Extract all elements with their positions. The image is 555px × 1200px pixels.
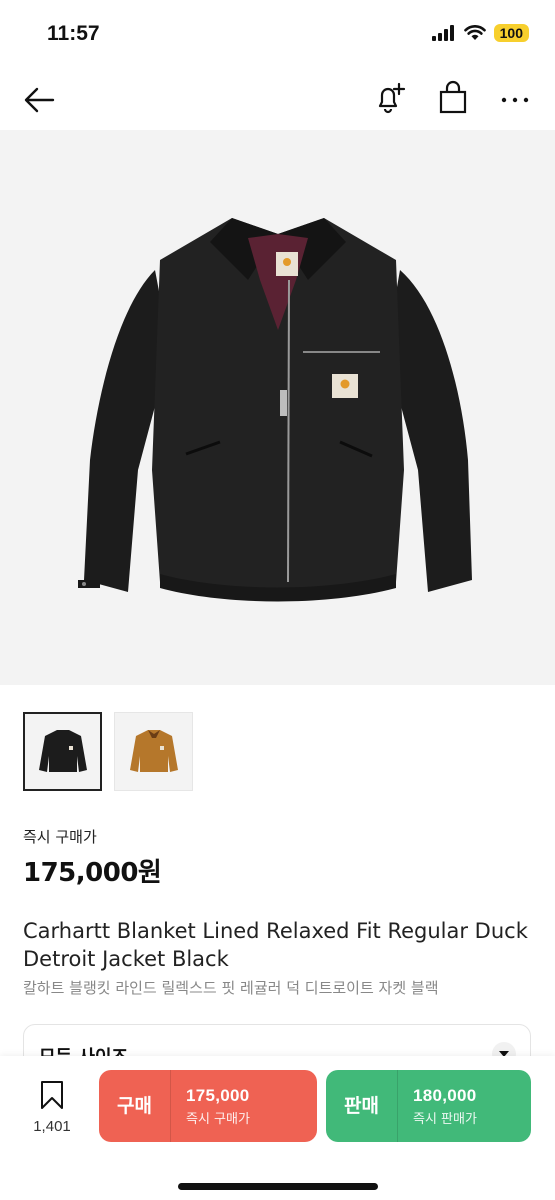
bottom-action-bar: 1,401 구매 175,000 즉시 구매가 판매 180,000 즉시 판매… <box>0 1056 555 1200</box>
thumbnail-list <box>23 712 193 791</box>
buy-info: 175,000 즉시 구매가 <box>171 1086 250 1127</box>
sell-sub-label: 즉시 판매가 <box>413 1111 477 1127</box>
battery-icon: 100 <box>493 24 529 42</box>
buy-button[interactable]: 구매 175,000 즉시 구매가 <box>99 1070 317 1142</box>
nav-bar <box>0 70 555 130</box>
cellular-icon <box>431 25 454 41</box>
product-image[interactable] <box>0 130 555 685</box>
sell-price: 180,000 <box>413 1085 477 1105</box>
product-title-ko: 칼하트 블랭킷 라인드 릴렉스드 핏 레귤러 덕 디트로이트 자켓 블랙 <box>23 979 439 997</box>
buy-label: 구매 <box>99 1070 171 1142</box>
sell-info: 180,000 즉시 판매가 <box>398 1086 477 1127</box>
home-indicator <box>178 1183 378 1190</box>
bell-plus-icon[interactable] <box>372 80 408 116</box>
sell-button[interactable]: 판매 180,000 즉시 판매가 <box>326 1070 531 1142</box>
price: 175,000원 <box>23 858 162 888</box>
shopping-bag-icon[interactable] <box>436 80 470 116</box>
product-title-en: Carhartt Blanket Lined Relaxed Fit Regul… <box>23 919 528 971</box>
jacket-image <box>78 218 472 602</box>
status-bar: 11:57 100 <box>0 0 555 70</box>
bookmark-icon <box>41 1081 63 1109</box>
wifi-icon <box>463 25 486 40</box>
thumbnail-brown[interactable] <box>114 712 193 791</box>
thumbnail-black[interactable] <box>23 712 102 791</box>
status-time: 11:57 <box>47 22 100 45</box>
more-icon[interactable] <box>498 82 532 118</box>
jacket-thumbnail-black <box>38 729 87 772</box>
status-icons: 100 <box>431 24 529 42</box>
price-label: 즉시 구매가 <box>23 828 97 846</box>
buy-price: 175,000 <box>186 1085 250 1105</box>
sell-label: 판매 <box>326 1070 398 1142</box>
buy-sub-label: 즉시 구매가 <box>186 1111 250 1127</box>
jacket-thumbnail-brown <box>129 729 178 772</box>
back-arrow-icon[interactable] <box>22 82 58 118</box>
wishlist-count: 1,401 <box>33 1118 71 1135</box>
wishlist-button[interactable]: 1,401 <box>24 1080 80 1135</box>
